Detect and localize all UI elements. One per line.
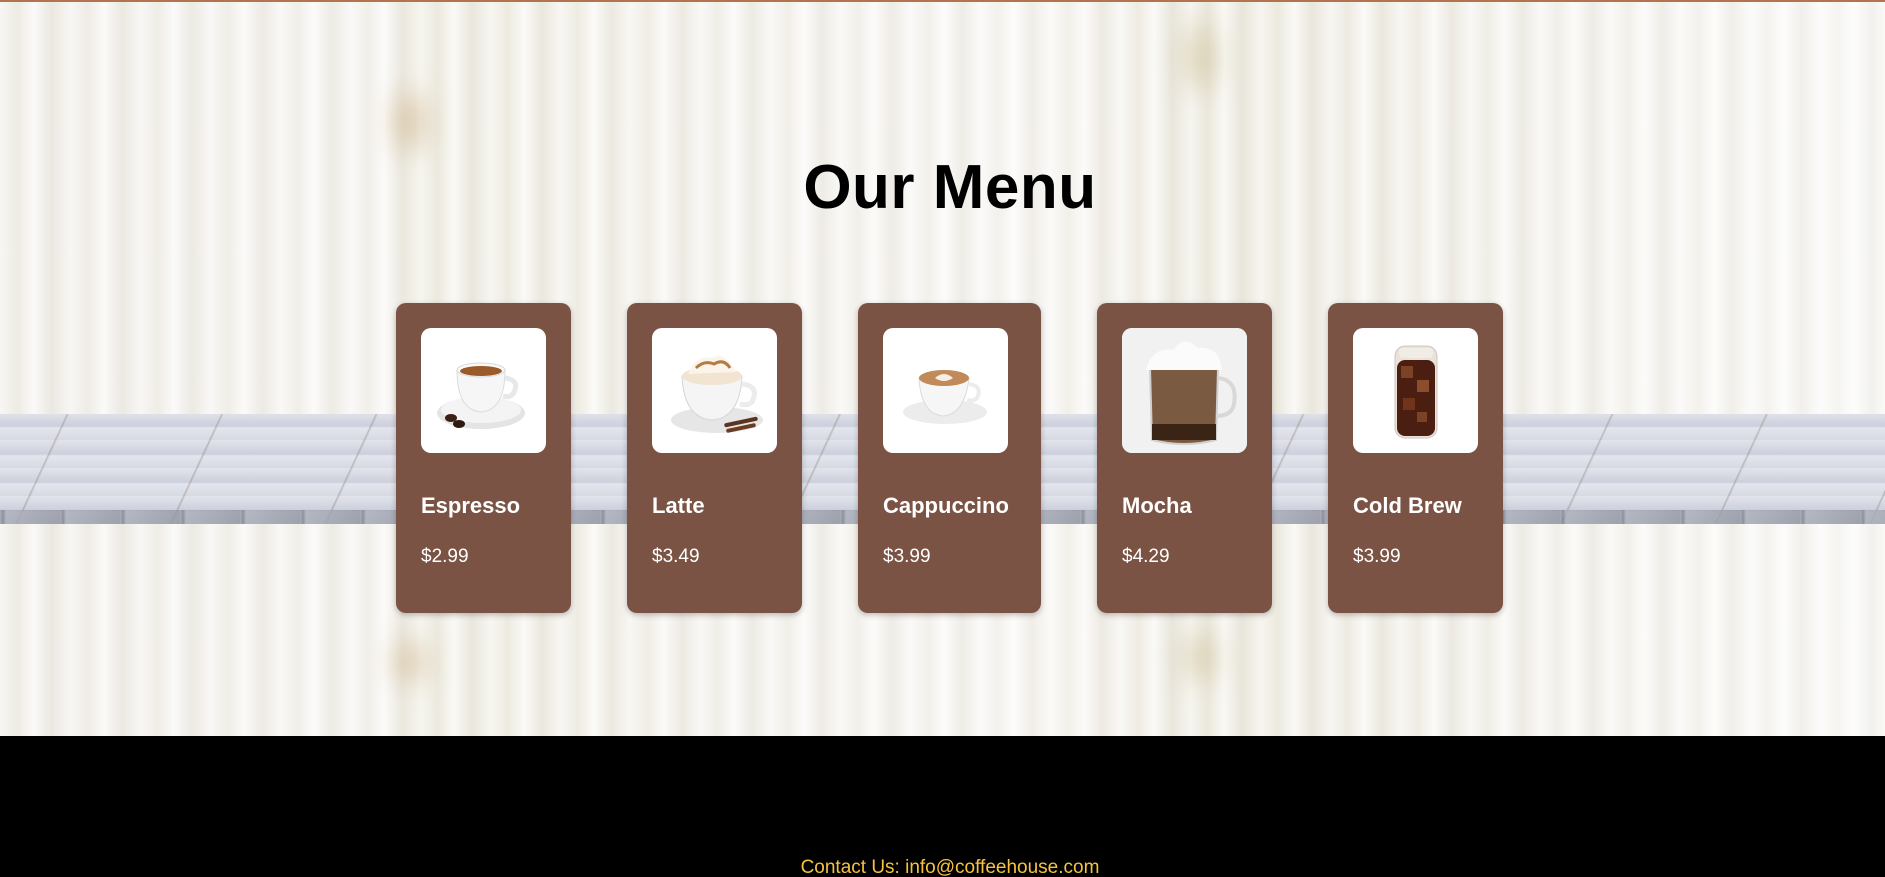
menu-item-name: Cold Brew [1353, 493, 1462, 518]
contact-info: Contact Us: info@coffeehouse.com [800, 857, 1100, 877]
mocha-image [1122, 328, 1247, 453]
menu-section: Our Menu Espresso $2.99 Latte $3.49 Capp… [0, 0, 1885, 736]
menu-item-price: $3.99 [1353, 546, 1401, 567]
menu-card-mocha[interactable]: Mocha $4.29 [1097, 303, 1272, 613]
menu-item-name: Espresso [421, 493, 521, 518]
cappuccino-image [883, 328, 1008, 453]
menu-card-cappuccino[interactable]: Cappuccino $3.99 [858, 303, 1041, 613]
menu-card-latte[interactable]: Latte $3.49 [627, 303, 802, 613]
menu-card-cold-brew[interactable]: Cold Brew $3.99 [1328, 303, 1503, 613]
menu-item-price: $3.49 [652, 546, 700, 567]
menu-item-name: Latte [652, 493, 705, 518]
menu-card-espresso[interactable]: Espresso $2.99 [396, 303, 571, 613]
latte-cup-icon [671, 355, 763, 433]
espresso-image [421, 328, 546, 453]
cappuccino-cup-icon [903, 370, 987, 424]
espresso-cup-icon [437, 362, 525, 429]
cold-brew-glass-icon [1394, 345, 1438, 439]
menu-item-price: $2.99 [421, 546, 469, 567]
menu-item-name: Cappuccino [883, 493, 1009, 518]
menu-cards: Espresso $2.99 Latte $3.49 Cappuccino $3… [0, 2, 1885, 736]
menu-item-price: $3.99 [883, 546, 931, 567]
menu-item-name: Mocha [1122, 493, 1192, 518]
latte-image [652, 328, 777, 453]
footer: Contact Us: info@coffeehouse.com [0, 736, 1885, 877]
menu-item-price: $4.29 [1122, 546, 1170, 567]
mocha-glass-icon [1122, 328, 1247, 453]
cold-brew-image [1353, 328, 1478, 453]
page: Our Menu Espresso $2.99 Latte $3.49 Capp… [0, 0, 1885, 877]
